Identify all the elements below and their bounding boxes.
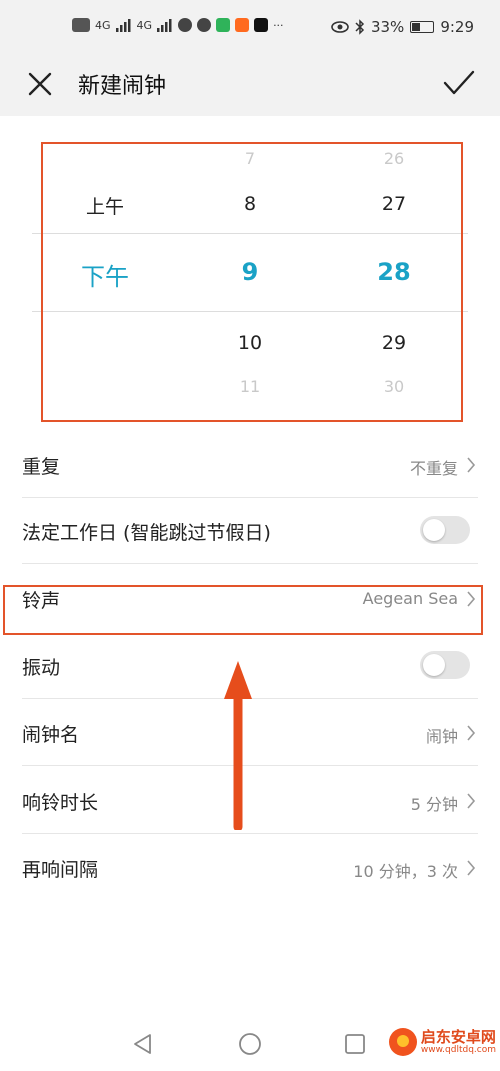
workday-label: 法定工作日 (智能跳过节假日) <box>22 522 271 544</box>
chevron-right-icon <box>467 725 476 741</box>
status-bar: 4G 4G ··· 33% 9:29 <box>0 0 500 60</box>
status-left-icons: 4G 4G ··· <box>72 18 284 32</box>
cloud-icon <box>178 18 193 32</box>
home-circle-icon[interactable] <box>238 1032 262 1056</box>
signal-icon <box>115 18 131 32</box>
back-triangle-icon[interactable] <box>131 1032 153 1056</box>
signal-icon-2 <box>157 18 172 32</box>
clock: 9:29 <box>440 18 474 36</box>
tiktok-icon <box>254 18 269 32</box>
alarm-name-label: 闹钟名 <box>22 724 80 746</box>
network-1-label: 4G <box>95 18 111 32</box>
page-title: 新建闹钟 <box>78 74 167 99</box>
recents-square-icon[interactable] <box>344 1033 366 1055</box>
battery-percent: 33% <box>370 18 405 36</box>
chevron-right-icon <box>467 457 476 473</box>
repeat-row[interactable]: 重复 不重复 <box>0 432 500 498</box>
alarm-name-value: 闹钟 <box>425 727 458 746</box>
picker-highlight-box <box>41 142 463 422</box>
more-notifications: ··· <box>273 18 284 32</box>
toggle-knob <box>423 654 445 676</box>
hd-icon <box>72 18 90 32</box>
bluetooth-icon <box>355 19 365 35</box>
close-icon[interactable] <box>26 70 54 98</box>
row-divider <box>22 563 478 564</box>
toggle-knob <box>423 519 445 541</box>
ring-duration-value: 5 分钟 <box>410 795 458 814</box>
app-bar: 新建闹钟 <box>0 60 500 116</box>
workday-toggle[interactable] <box>420 516 470 544</box>
chevron-right-icon <box>467 793 476 809</box>
watermark-logo-icon <box>388 1028 417 1056</box>
chevron-right-icon <box>467 860 476 876</box>
ring-duration-label: 响铃时长 <box>22 792 99 814</box>
confirm-check-icon[interactable] <box>442 68 476 98</box>
snooze-interval-value: 10 分钟，3 次 <box>353 862 458 881</box>
watermark-url: www.qdltdq.com <box>420 1045 496 1055</box>
snooze-interval-row[interactable]: 再响间隔 10 分钟，3 次 <box>0 835 500 901</box>
watermark-name: 启东安卓网 <box>420 1028 496 1046</box>
eye-icon <box>331 21 349 33</box>
play-icon <box>216 18 231 32</box>
vibrate-toggle[interactable] <box>420 651 470 679</box>
row-divider <box>22 833 478 834</box>
vibrate-label: 振动 <box>22 657 61 679</box>
chat-icon <box>197 18 212 32</box>
repeat-label: 重复 <box>22 456 61 478</box>
site-watermark: 启东安卓网 www.qdltdq.com <box>388 1028 496 1056</box>
annotation-arrow-icon <box>224 661 252 830</box>
workday-row[interactable]: 法定工作日 (智能跳过节假日) <box>0 498 500 564</box>
snooze-interval-label: 再响间隔 <box>22 859 99 881</box>
video-icon <box>235 18 250 32</box>
status-right-icons: 33% 9:29 <box>331 18 474 36</box>
network-2-label: 4G <box>136 18 153 32</box>
ringtone-highlight-box <box>3 585 483 635</box>
repeat-value: 不重复 <box>409 459 458 478</box>
battery-icon <box>410 21 435 33</box>
